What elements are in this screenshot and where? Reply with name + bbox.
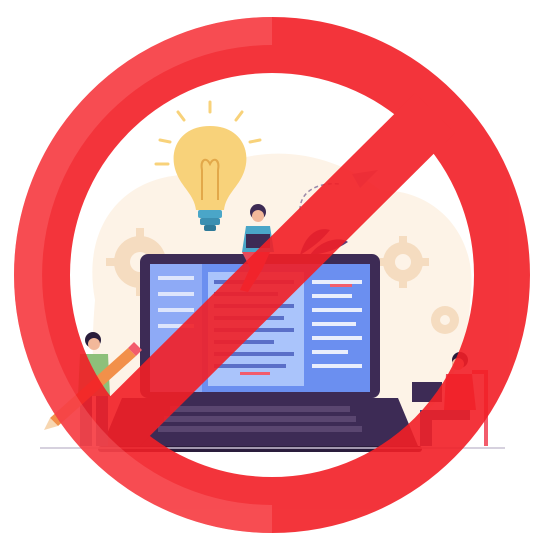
prohibited-laptop-illustration xyxy=(14,17,530,533)
gear-icon xyxy=(431,306,459,334)
laptop-keyboard xyxy=(158,406,362,432)
illustration-canvas xyxy=(0,0,543,551)
